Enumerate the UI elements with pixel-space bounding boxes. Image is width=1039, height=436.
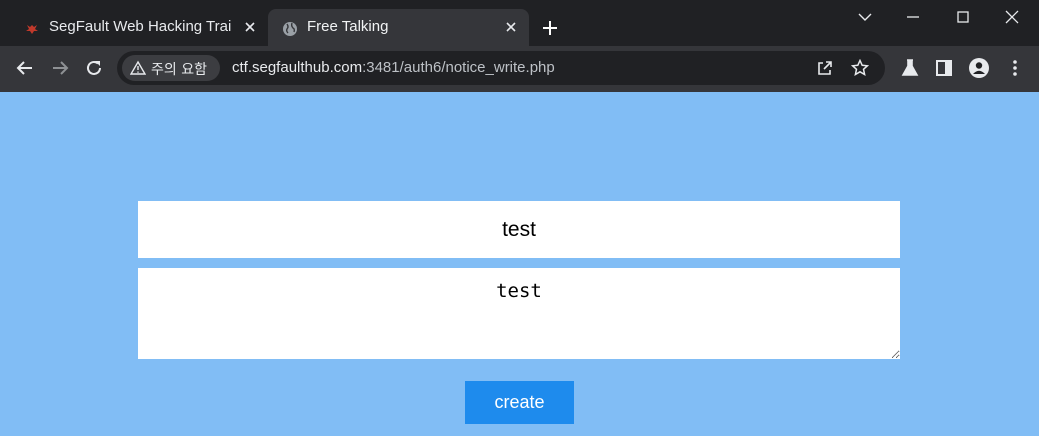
globe-icon	[283, 22, 297, 36]
title-input[interactable]	[138, 201, 900, 258]
share-icon[interactable]	[816, 59, 834, 77]
labs-flask-icon[interactable]	[899, 57, 921, 79]
browser-toolbar: 주의 요함 ctf.segfaulthub.com:3481/auth6/not…	[0, 46, 1039, 92]
browser-window: SegFault Web Hacking Trai Free Talking 주…	[0, 0, 1039, 436]
tab-segfault[interactable]: SegFault Web Hacking Trai	[10, 9, 268, 46]
back-arrow-icon[interactable]	[14, 57, 36, 79]
forward-arrow-icon[interactable]	[49, 57, 71, 79]
body-textarea[interactable]: test	[138, 268, 900, 359]
segfault-bug-icon	[26, 25, 38, 34]
bookmark-star-icon[interactable]	[851, 59, 869, 77]
tab-strip: SegFault Web Hacking Trai Free Talking	[0, 0, 1039, 46]
create-button[interactable]: create	[465, 381, 574, 424]
tab-title: Free Talking	[307, 18, 389, 35]
url-text[interactable]: ctf.segfaulthub.com:3481/auth6/notice_wr…	[232, 59, 555, 76]
profile-icon[interactable]	[968, 57, 990, 79]
tab-search-chevron-icon[interactable]	[854, 6, 876, 28]
close-window-icon[interactable]	[1001, 6, 1023, 28]
side-panel-icon[interactable]	[933, 57, 955, 79]
maximize-icon[interactable]	[952, 6, 974, 28]
url-path: :3481/auth6/notice_write.php	[362, 59, 555, 76]
warning-triangle-icon	[130, 60, 146, 75]
page-content: test create	[0, 92, 1039, 436]
minimize-icon[interactable]	[902, 6, 924, 28]
close-icon[interactable]	[242, 19, 258, 35]
reload-icon[interactable]	[83, 57, 105, 79]
new-tab-plus-icon[interactable]	[540, 18, 560, 38]
tab-title: SegFault Web Hacking Trai	[49, 18, 232, 35]
security-chip-label: 주의 요함	[151, 62, 207, 78]
close-icon[interactable]	[503, 19, 519, 35]
tab-free-talking[interactable]: Free Talking	[268, 9, 529, 46]
omnibox[interactable]: 주의 요함 ctf.segfaulthub.com:3481/auth6/not…	[117, 51, 885, 85]
security-warning-chip[interactable]: 주의 요함	[122, 55, 220, 81]
url-host: ctf.segfaulthub.com	[232, 59, 363, 76]
menu-kebab-icon[interactable]	[1004, 57, 1026, 79]
